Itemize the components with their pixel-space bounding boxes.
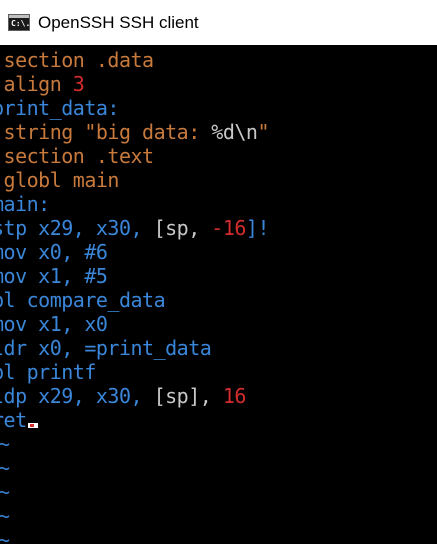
code-token: " bbox=[257, 120, 269, 144]
empty-line-tilde: ~ bbox=[0, 456, 10, 480]
code-line: mov x0, #6 bbox=[0, 240, 108, 264]
code-token: -16 bbox=[211, 216, 246, 240]
code-token: .section .text bbox=[0, 144, 154, 168]
code-token: .globl main bbox=[0, 168, 119, 192]
window-title: OpenSSH SSH client bbox=[38, 12, 199, 32]
title-bar[interactable]: C:\. OpenSSH SSH client bbox=[0, 0, 437, 45]
code-line: .globl main bbox=[0, 168, 119, 192]
code-token: .string bbox=[0, 120, 85, 144]
code-token: bl printf bbox=[0, 360, 96, 384]
empty-line-tilde: ~ bbox=[0, 528, 10, 544]
code-line: ldr x0, =print_data bbox=[0, 336, 212, 360]
code-line: .section .data bbox=[0, 48, 154, 72]
code-line: ret bbox=[0, 408, 38, 432]
code-token: #6 bbox=[84, 240, 108, 264]
code-token: print_data: bbox=[0, 96, 119, 120]
code-line: stp x29, x30, [sp, -16]! bbox=[0, 216, 270, 240]
code-token: 3 bbox=[72, 72, 85, 96]
console-icon-bar bbox=[9, 15, 29, 18]
code-line: main: bbox=[0, 192, 50, 216]
code-token: .section .data bbox=[0, 48, 154, 72]
code-token: mov x1, bbox=[0, 264, 85, 288]
code-line: mov x1, #5 bbox=[0, 264, 108, 288]
code-line: ldp x29, x30, [sp], 16 bbox=[0, 384, 246, 408]
code-token: .align bbox=[0, 72, 73, 96]
code-token: mov x0, bbox=[0, 240, 85, 264]
code-token: ret bbox=[0, 408, 27, 432]
cursor-dot bbox=[29, 424, 34, 427]
code-line: .align 3 bbox=[0, 72, 85, 96]
empty-line-tilde: ~ bbox=[0, 504, 10, 528]
empty-line-tilde: ~ bbox=[0, 480, 10, 504]
code-token: ldr x0, = bbox=[0, 336, 96, 360]
code-token: %d\n bbox=[211, 120, 258, 144]
code-token: [sp, bbox=[153, 216, 212, 240]
console-icon-text: C:\. bbox=[11, 19, 31, 28]
code-token: main: bbox=[0, 192, 50, 216]
code-line: .section .text bbox=[0, 144, 154, 168]
code-line: .string "big data: %d\n" bbox=[0, 120, 269, 144]
code-line: bl compare_data bbox=[0, 288, 166, 312]
code-token: "big data: bbox=[84, 120, 212, 144]
code-token: mov x1, x0 bbox=[0, 312, 108, 336]
terminal-editor[interactable]: .section .data .align 3 print_data: .string… bbox=[0, 46, 437, 544]
code-line: bl printf bbox=[0, 360, 96, 384]
code-line: mov x1, x0 bbox=[0, 312, 108, 336]
code-token: bl compare_data bbox=[0, 288, 166, 312]
console-app-icon: C:\. bbox=[8, 14, 30, 31]
ssh-client-window: C:\. OpenSSH SSH client .section .data .a… bbox=[0, 0, 437, 544]
code-token: [sp], bbox=[153, 384, 223, 408]
code-token: #5 bbox=[84, 264, 108, 288]
code-token: print_data bbox=[95, 336, 212, 360]
code-token: stp x29, x30, bbox=[0, 216, 154, 240]
empty-line-tilde: ~ bbox=[0, 432, 10, 456]
code-token: ]! bbox=[245, 216, 270, 240]
code-token: ldp x29, x30, bbox=[0, 384, 154, 408]
code-line: print_data: bbox=[0, 96, 119, 120]
code-token: 16 bbox=[222, 384, 247, 408]
text-cursor bbox=[27, 423, 38, 428]
